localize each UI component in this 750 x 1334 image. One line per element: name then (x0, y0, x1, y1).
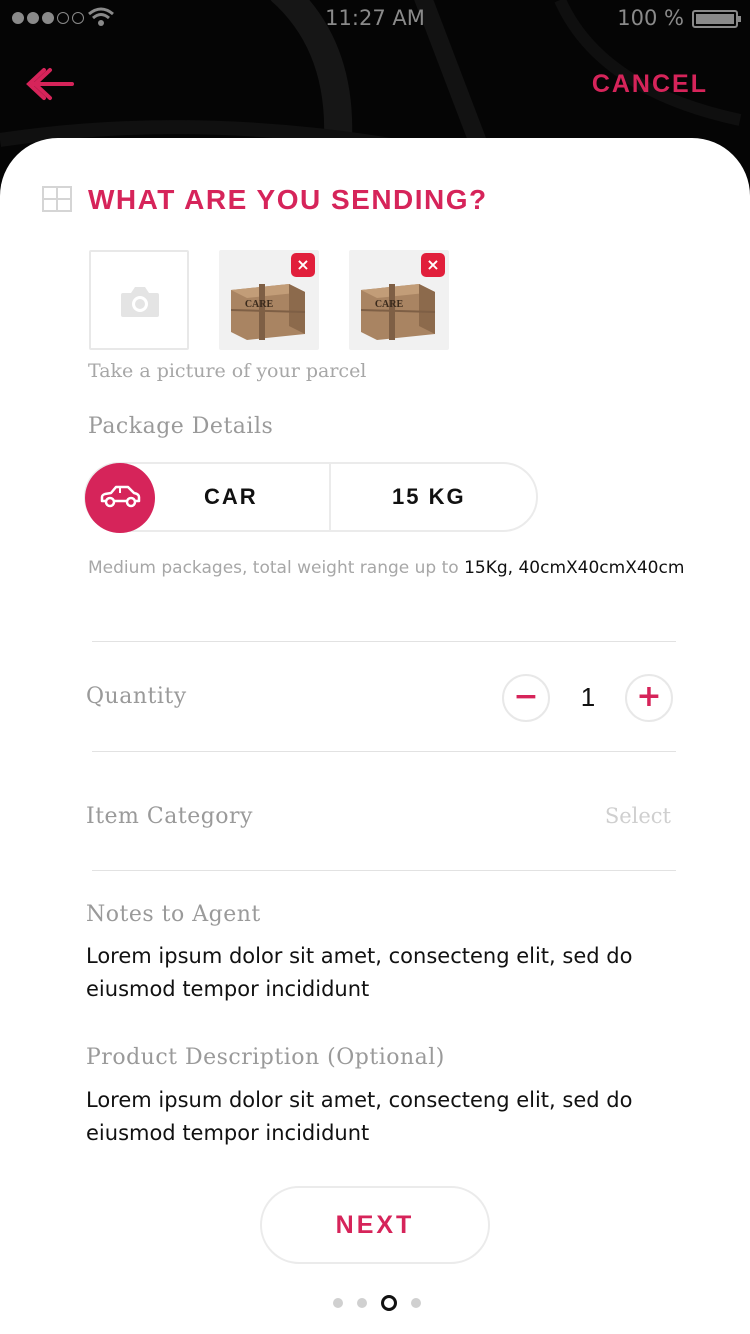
page-title: WHAT ARE YOU SENDING? (88, 184, 488, 215)
divider (92, 870, 676, 871)
package-details-selector[interactable]: CAR 15 KG (84, 462, 538, 533)
photo-hint: Take a picture of your parcel (88, 360, 367, 382)
divider (92, 751, 676, 752)
item-category-select[interactable]: Select (605, 804, 671, 828)
status-bar: 11:27 AM 100 % (0, 0, 750, 38)
remove-photo-button[interactable]: × (421, 253, 445, 277)
parcel-photo-thumbnail[interactable]: CARE × (219, 250, 319, 350)
notes-field[interactable]: Lorem ipsum dolor sit amet, consecteng e… (86, 940, 666, 1006)
box-label: CARE (375, 299, 404, 310)
page-dot (357, 1298, 367, 1308)
vehicle-type-button[interactable] (85, 463, 155, 533)
grid-icon (42, 186, 72, 212)
package-details-label: Package Details (88, 414, 274, 439)
package-description: Medium packages, total weight range up t… (88, 558, 684, 578)
parcel-photo-thumbnail[interactable]: CARE × (349, 250, 449, 350)
notes-label: Notes to Agent (86, 902, 261, 927)
page-indicator (333, 1295, 421, 1311)
take-photo-button[interactable] (89, 250, 189, 350)
quantity-label: Quantity (86, 684, 187, 709)
quantity-decrease-button[interactable]: − (502, 674, 550, 722)
back-arrow-icon (26, 68, 74, 100)
divider (92, 641, 676, 642)
quantity-increase-button[interactable]: + (625, 674, 673, 722)
remove-photo-button[interactable]: × (291, 253, 315, 277)
page-dot-active (381, 1295, 397, 1311)
vehicle-type-value[interactable]: CAR (204, 484, 258, 510)
battery-percentage: 100 % (617, 6, 684, 30)
battery-icon (692, 10, 741, 28)
package-size-limit: 15Kg, 40cmX40cmX40cm (464, 558, 685, 578)
package-description-text: Medium packages, total weight range up t… (88, 558, 465, 578)
page-dot (333, 1298, 343, 1308)
car-icon (100, 485, 141, 508)
page-dot (411, 1298, 421, 1308)
quantity-value: 1 (580, 682, 596, 712)
weight-value[interactable]: 15 KG (392, 484, 466, 510)
back-button[interactable] (24, 66, 76, 102)
product-description-field[interactable]: Lorem ipsum dolor sit amet, consecteng e… (86, 1084, 666, 1150)
send-parcel-card: WHAT ARE YOU SENDING? CARE × CARE × Take… (0, 138, 750, 1334)
item-category-label: Item Category (86, 804, 253, 829)
pill-divider (329, 464, 331, 530)
cancel-button[interactable]: CANCEL (592, 70, 708, 99)
camera-icon (121, 287, 159, 317)
product-description-label: Product Description (Optional) (86, 1045, 445, 1070)
box-label: CARE (245, 299, 274, 310)
next-button[interactable]: NEXT (260, 1186, 490, 1264)
